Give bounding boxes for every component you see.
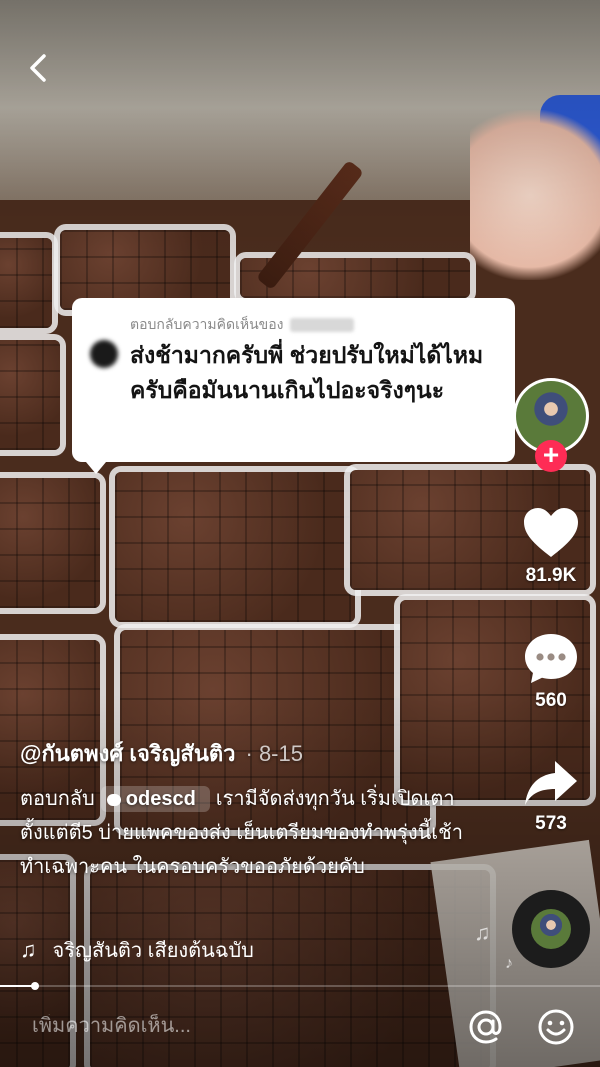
music-note-icon: ♫ — [20, 937, 37, 962]
comment-button[interactable]: 560 — [515, 630, 587, 712]
comment-bubble-icon — [106, 793, 121, 806]
reply-header: ตอบกลับความคิดเห็นของ — [130, 314, 354, 336]
comment-count: 560 — [535, 690, 567, 711]
reply-header-label: ตอบกลับความคิดเห็นของ — [130, 316, 284, 332]
like-count: 81.9K — [525, 565, 577, 586]
video-background — [0, 0, 600, 1067]
comment-input[interactable] — [30, 1014, 434, 1039]
reply-comment-text: ส่งช้ามากครับพี่ ช่วยปรับใหม่ได้ไหมครับค… — [130, 342, 484, 403]
music-disc[interactable] — [512, 890, 590, 968]
share-count: 573 — [535, 813, 567, 834]
smiley-face-icon — [538, 1009, 574, 1045]
reply-comment-card[interactable]: ตอบกลับความคิดเห็นของ ส่งช้ามากครับพี่ ช… — [72, 298, 515, 474]
share-button[interactable]: 573 — [515, 757, 587, 835]
emoji-button[interactable] — [536, 1007, 576, 1047]
comment-bar — [0, 988, 600, 1067]
comment-bubble-icon — [525, 634, 577, 683]
reply-prefix: ตอบกลับ — [20, 788, 95, 810]
music-note-icon: ♫ — [474, 920, 491, 945]
mention-tag[interactable]: odescd — [100, 786, 210, 812]
mention-name: odescd — [125, 788, 196, 810]
post-date: · 8-15 — [245, 741, 303, 766]
chevron-left-icon — [30, 54, 46, 82]
post-description: ตอบกลับ odescd เรามีจัดส่งทุกวัน เริ่มเปิด… — [20, 782, 490, 884]
blurred-username — [289, 318, 354, 333]
music-label: จริญสันติว เสียงต้นฉบับ — [52, 940, 254, 962]
video-progress-bar[interactable] — [0, 982, 600, 990]
back-button[interactable] — [22, 50, 58, 86]
heart-icon — [524, 508, 578, 557]
author-name[interactable]: @กันตพงศ์ เจริญสันติว — [20, 741, 236, 766]
like-button[interactable]: 81.9K — [515, 505, 587, 587]
at-sign-icon — [469, 1010, 502, 1044]
follow-plus-icon[interactable]: + — [535, 440, 567, 472]
author-line[interactable]: @กันตพงศ์ เจริญสันติว · 8-15 — [20, 736, 490, 771]
music-info[interactable]: ♫ จริญสันติว เสียงต้นฉบับ — [20, 934, 254, 966]
mention-at-button[interactable] — [466, 1007, 506, 1047]
share-arrow-icon — [525, 761, 577, 805]
blurred-avatar — [90, 340, 118, 368]
music-note-icon: ♪ — [505, 955, 513, 972]
